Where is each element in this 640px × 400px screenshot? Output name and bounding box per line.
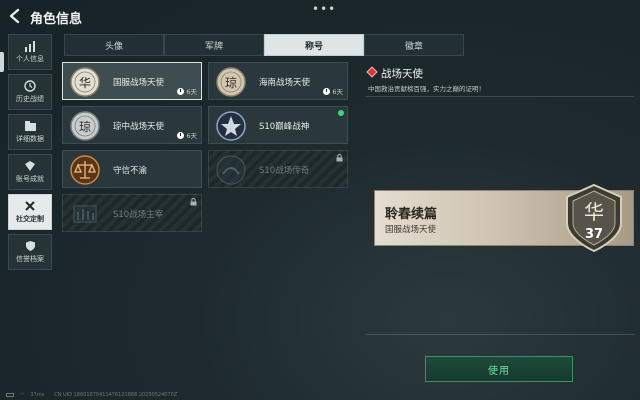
banner-subtitle: 国服战场天使 (385, 225, 437, 235)
title-name: 守信不渝 (113, 166, 148, 176)
sidebar-item-label: 账号成就 (16, 175, 44, 183)
sidebar-item-label: 历史战绩 (16, 95, 44, 103)
sidebar-item-history[interactable]: 历史战绩 (8, 74, 52, 110)
tab-avatar[interactable]: 头像 (64, 34, 164, 56)
rank-emblem-icon: 华 37 (566, 183, 622, 253)
title-name: S10战场传奇 (259, 166, 310, 176)
medal-icon: 华 (70, 67, 100, 97)
title-name: S10战场主宰 (113, 210, 164, 220)
ping-label: 37ms (30, 392, 45, 398)
title-card[interactable]: 守信不渝 (62, 150, 202, 188)
status-bar: ◠ 37ms CN UID 18601870411476121868 20230… (6, 390, 406, 400)
history-icon (23, 80, 37, 92)
medal-icon: 琼 (216, 67, 246, 97)
medal-char: 华 (79, 76, 91, 90)
clock-icon (177, 131, 185, 139)
medal-icon: 琼 (70, 111, 100, 141)
category-tabs: 头像 军牌 称号 徽章 (64, 34, 464, 56)
achievement-icon (23, 160, 37, 172)
scales-medal-icon (70, 155, 100, 185)
sidebar: 个人信息 历史战绩 详细数据 账号成就 社交定制 信誉档案 (8, 34, 52, 274)
time-label: 6天 (332, 88, 343, 96)
battery-icon (6, 393, 14, 397)
reputation-shield-icon (23, 240, 37, 252)
title-card[interactable]: 华 国服战场天使 6天 (62, 62, 202, 100)
title-card-locked[interactable]: S10战场传奇 (208, 150, 348, 188)
more-options-icon[interactable]: ••• (312, 2, 336, 16)
banner-name: 聆春续篇 (385, 207, 438, 222)
title-name: 海南战场天使 (259, 78, 311, 88)
medal-char: 琼 (79, 119, 91, 134)
time-remaining: 6天 (177, 86, 197, 96)
sidebar-item-label: 信誉档案 (16, 255, 44, 263)
emblem-number: 37 (585, 227, 603, 242)
sidebar-item-label: 个人信息 (16, 55, 44, 63)
peak-god-medal-icon (216, 111, 246, 141)
uid-label: CN UID 18601870411476121868 20230524070Z (54, 392, 178, 398)
time-remaining: 6天 (323, 86, 343, 96)
clock-icon (323, 87, 331, 95)
time-remaining: 6天 (177, 130, 197, 140)
use-button[interactable]: 使用 (425, 356, 573, 382)
top-bar: 角色信息 ••• (0, 0, 640, 32)
sidebar-item-label: 社交定制 (16, 215, 44, 223)
lock-icon (336, 154, 343, 162)
data-folder-icon (23, 120, 37, 132)
diamond-marker-icon (366, 66, 378, 78)
legend-medal-icon (216, 155, 246, 185)
tab-title[interactable]: 称号 (264, 34, 364, 56)
title-banner-preview: 聆春续篇 国服战场天使 华 37 (374, 183, 634, 253)
medal-char: 琼 (225, 75, 237, 90)
sidebar-item-details[interactable]: 详细数据 (8, 114, 52, 150)
title-name: 国服战场天使 (113, 78, 165, 88)
divider (366, 334, 634, 335)
time-label: 6天 (186, 88, 197, 96)
title-card-locked[interactable]: S10战场主宰 (62, 194, 202, 232)
back-arrow-icon[interactable] (6, 7, 24, 25)
bar-chart-icon (23, 40, 37, 52)
divider (366, 96, 634, 97)
detail-description: 中国救治贡献榜百强，实力之巅的证明！ (368, 85, 485, 93)
title-name: 琼中战场天使 (113, 122, 165, 132)
new-indicator-dot (338, 110, 344, 116)
tab-badge[interactable]: 徽章 (364, 34, 464, 56)
page-title: 角色信息 (30, 12, 83, 27)
emblem-char: 华 (584, 200, 604, 224)
customize-tools-icon (23, 200, 37, 212)
clock-icon (177, 87, 185, 95)
title-name: S10巅峰战神 (259, 122, 310, 132)
wifi-icon: ◠ (20, 392, 25, 398)
tab-dog-tag[interactable]: 军牌 (164, 34, 264, 56)
sidebar-item-achievements[interactable]: 账号成就 (8, 154, 52, 190)
dominator-medal-icon (73, 205, 97, 223)
title-card[interactable]: 琼 琼中战场天使 6天 (62, 106, 202, 144)
detail-title: 战场天使 (381, 68, 423, 80)
edge-handle[interactable] (0, 52, 4, 72)
sidebar-item-social-custom[interactable]: 社交定制 (8, 194, 52, 230)
sidebar-item-label: 详细数据 (16, 135, 44, 143)
sidebar-item-personal-info[interactable]: 个人信息 (8, 34, 52, 70)
sidebar-item-reputation[interactable]: 信誉档案 (8, 234, 52, 270)
lock-icon (190, 198, 197, 206)
title-card[interactable]: 琼 海南战场天使 6天 (208, 62, 348, 100)
title-card[interactable]: S10巅峰战神 (208, 106, 348, 144)
time-label: 6天 (186, 132, 197, 140)
